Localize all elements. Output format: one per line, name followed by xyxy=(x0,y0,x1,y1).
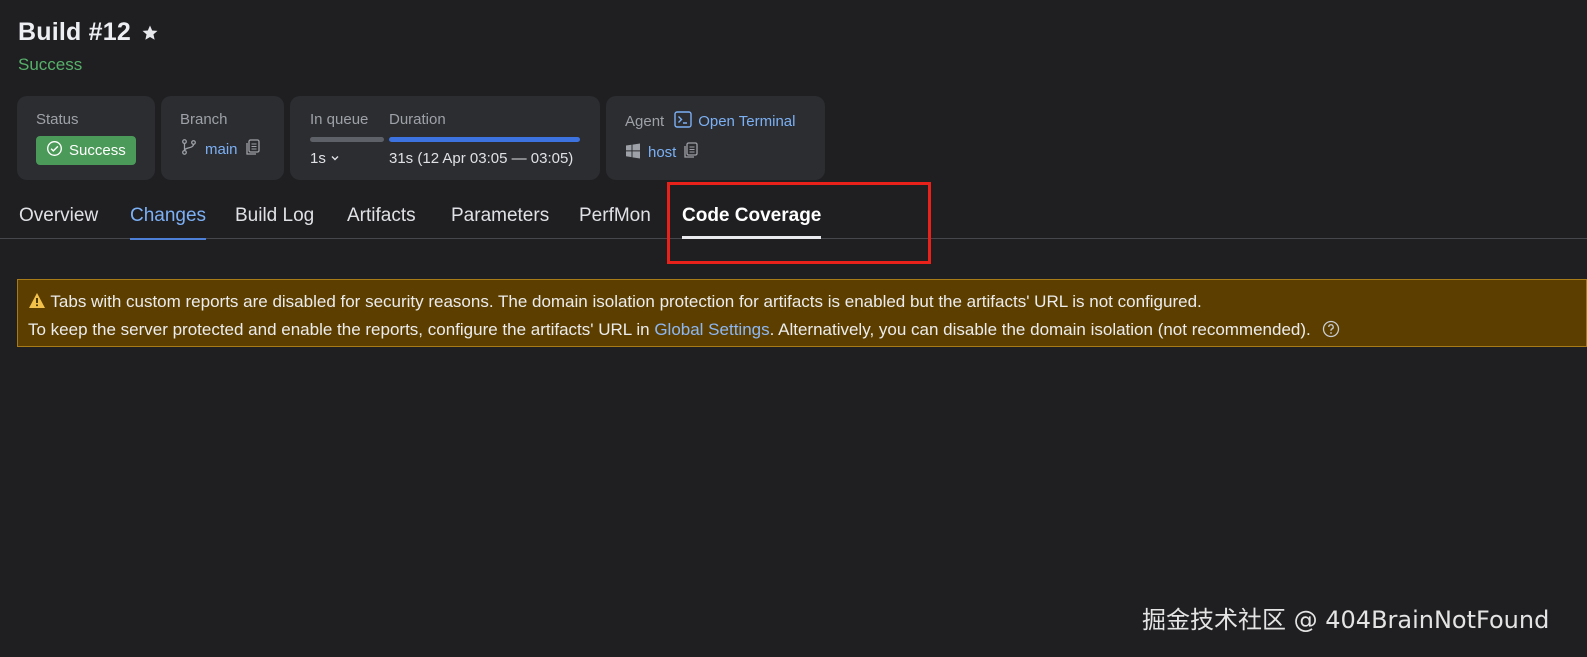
status-card: Status Success xyxy=(17,96,155,180)
warning-line-1: Tabs with custom reports are disabled fo… xyxy=(28,289,1576,317)
agent-card: Agent Open Terminal host xyxy=(606,96,825,180)
chevron-down-icon xyxy=(330,150,340,167)
check-circle-icon xyxy=(46,140,63,161)
warning-text-2-post: . Alternatively, you can disable the dom… xyxy=(769,320,1311,339)
tab-perfmon[interactable]: PerfMon xyxy=(579,205,651,239)
build-page: Build #12 Success Status Success Branch xyxy=(0,0,1587,657)
duration-bar xyxy=(389,137,580,142)
highlight-annotation xyxy=(667,182,931,264)
open-terminal-label: Open Terminal xyxy=(698,113,796,130)
branch-link[interactable]: main xyxy=(205,141,238,158)
agent-label: Agent xyxy=(625,113,665,130)
copy-icon[interactable] xyxy=(683,142,699,163)
duration-value: 31s (12 Apr 03:05 — 03:05) xyxy=(389,150,574,167)
build-header: Build #12 Success xyxy=(18,18,159,75)
timing-card: In queue 1s Duration 31s (12 Apr 03:05 —… xyxy=(290,96,600,180)
status-label: Status xyxy=(36,111,79,128)
branch-icon xyxy=(180,138,198,160)
branch-card: Branch main xyxy=(161,96,284,180)
watermark: 掘金技术社区 @ 404BrainNotFound xyxy=(1142,606,1550,634)
queue-bar xyxy=(310,137,384,142)
warning-text-2-pre: To keep the server protected and enable … xyxy=(28,320,655,339)
warning-text-1: Tabs with custom reports are disabled fo… xyxy=(50,292,1202,311)
queue-value-toggle[interactable]: 1s xyxy=(310,150,384,167)
status-badge-label: Success xyxy=(69,142,126,159)
status-badge: Success xyxy=(36,136,136,165)
security-warning-banner: Tabs with custom reports are disabled fo… xyxy=(17,279,1587,347)
star-icon[interactable] xyxy=(141,24,159,42)
tab-overview[interactable]: Overview xyxy=(19,205,98,239)
copy-icon[interactable] xyxy=(245,138,261,160)
tab-artifacts[interactable]: Artifacts xyxy=(347,205,416,239)
open-terminal-link[interactable]: Open Terminal xyxy=(674,111,795,132)
help-icon[interactable] xyxy=(1322,320,1340,346)
terminal-icon xyxy=(674,111,692,132)
duration-section: Duration 31s (12 Apr 03:05 — 03:05) xyxy=(389,111,580,167)
tab-changes[interactable]: Changes xyxy=(130,205,207,240)
queue-section: In queue 1s xyxy=(310,111,384,167)
tab-build-log[interactable]: Build Log xyxy=(235,205,314,239)
queue-label: In queue xyxy=(310,111,369,128)
windows-icon xyxy=(625,143,641,163)
global-settings-link[interactable]: Global Settings xyxy=(654,320,769,339)
tab-parameters[interactable]: Parameters xyxy=(451,205,549,239)
warning-icon xyxy=(28,291,46,317)
agent-link[interactable]: host xyxy=(648,144,676,161)
queue-value: 1s xyxy=(310,150,326,167)
duration-label: Duration xyxy=(389,111,446,128)
build-status-text: Success xyxy=(18,55,83,74)
page-title: Build #12 xyxy=(18,18,131,46)
build-info-cards: Status Success Branch main In queue 1s D… xyxy=(17,96,825,180)
warning-line-2: To keep the server protected and enable … xyxy=(28,317,1576,346)
branch-label: Branch xyxy=(180,111,228,128)
